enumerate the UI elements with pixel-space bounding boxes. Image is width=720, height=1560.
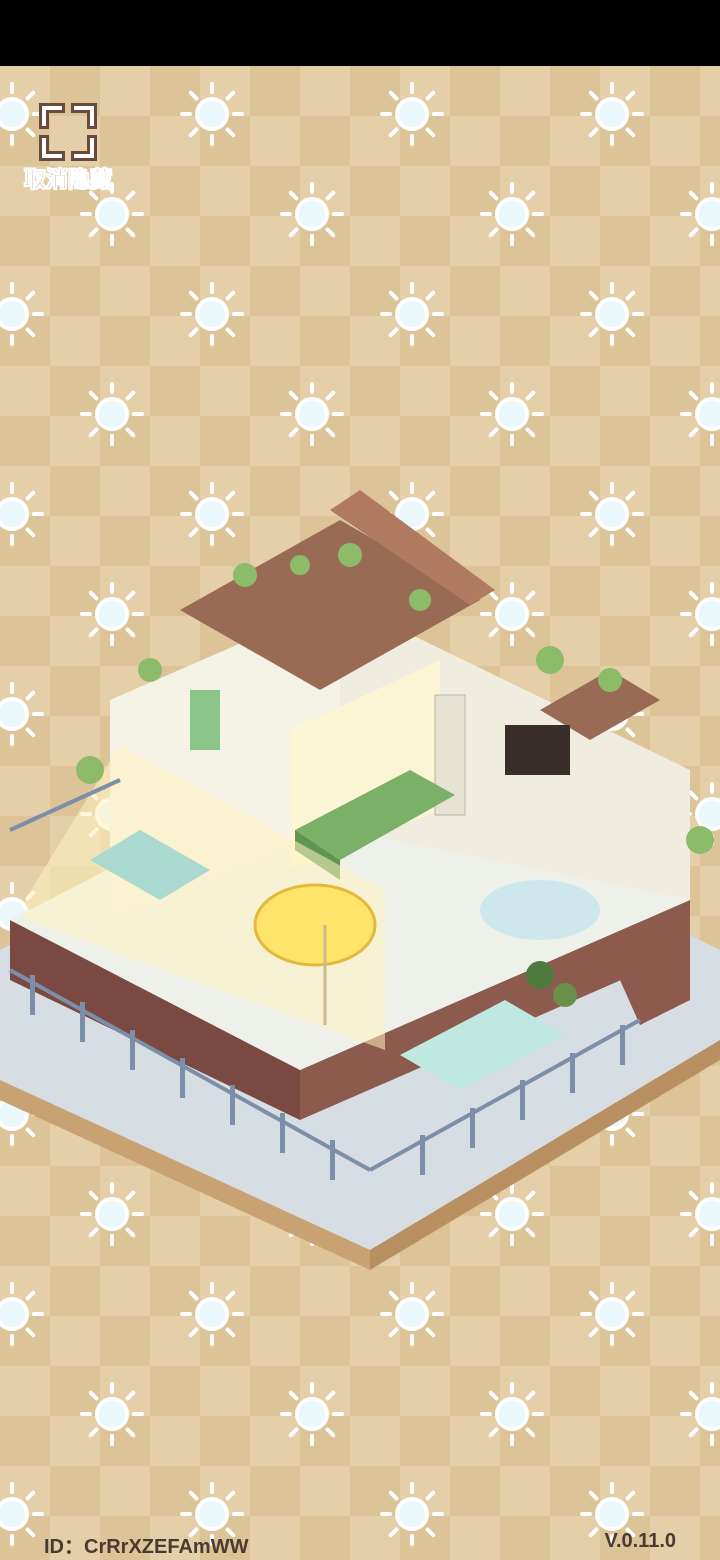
sun-icon (680, 1382, 720, 1446)
sun-icon (0, 282, 44, 346)
sun-icon (0, 1282, 44, 1346)
sun-icon (180, 282, 244, 346)
status-bar (0, 0, 720, 66)
sun-icon (380, 82, 444, 146)
plant-pot (526, 961, 554, 989)
sun-icon (680, 182, 720, 246)
yellow-umbrella (253, 883, 377, 967)
sun-icon (280, 1382, 344, 1446)
sun-icon (0, 1482, 44, 1546)
sun-icon (480, 182, 544, 246)
house-scene[interactable] (0, 480, 720, 1280)
sun-icon (680, 382, 720, 446)
tv (505, 725, 570, 775)
player-id: ID：CrRrXZEFAmWW (44, 1530, 248, 1559)
sun-icon (580, 1282, 644, 1346)
version-label: V.0.11.0 (604, 1530, 676, 1552)
sun-icon (380, 282, 444, 346)
sun-icon (180, 82, 244, 146)
sun-icon (180, 1282, 244, 1346)
blue-carpet (480, 880, 600, 940)
sun-icon (580, 82, 644, 146)
sun-icon (480, 1382, 544, 1446)
sun-icon (80, 1382, 144, 1446)
sun-icon (280, 182, 344, 246)
sun-icon (480, 382, 544, 446)
sun-icon (380, 1482, 444, 1546)
expand-frame-icon (39, 103, 97, 161)
unhide-button[interactable]: 取消隐藏 (16, 102, 120, 192)
player-id-value: CrRrXZEFAmWW (84, 1536, 249, 1558)
sun-icon (80, 382, 144, 446)
sun-icon (580, 282, 644, 346)
player-id-label: ID： (44, 1536, 84, 1558)
unhide-label: 取消隐藏 (23, 167, 113, 193)
window-blind (190, 690, 220, 750)
sun-icon (380, 1282, 444, 1346)
sun-icon (280, 382, 344, 446)
